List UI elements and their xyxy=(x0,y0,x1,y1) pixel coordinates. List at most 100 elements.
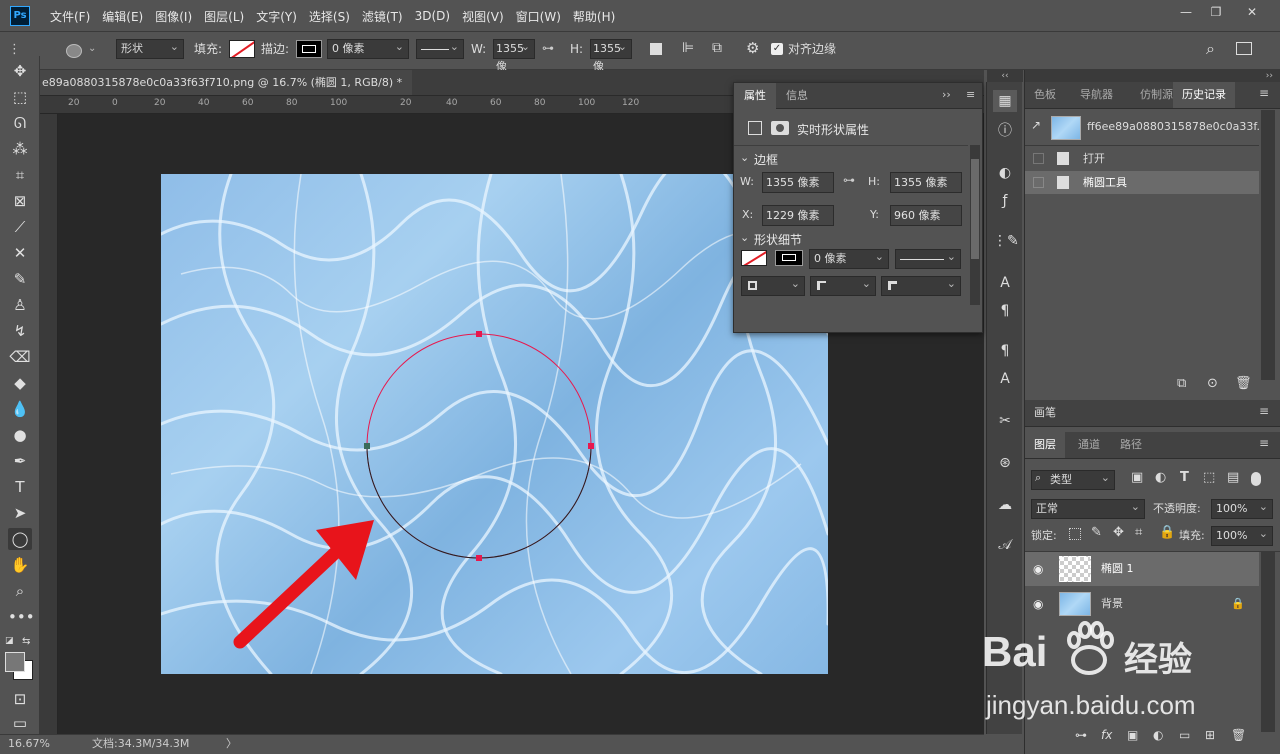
paragraph-styles-icon[interactable]: ¶ xyxy=(993,340,1017,362)
prop-stroke-type-select[interactable] xyxy=(895,248,961,269)
layer-name[interactable]: 椭圆 1 xyxy=(1101,552,1134,586)
stamp-tool-icon[interactable]: ♙ xyxy=(8,294,32,316)
lasso-tool-icon[interactable]: ᘏ xyxy=(8,112,32,134)
panel-menu-icon[interactable]: ≡ xyxy=(966,88,975,101)
history-item[interactable]: 打开 xyxy=(1025,147,1259,170)
lock-artboard-icon[interactable]: ⌗ xyxy=(1135,525,1142,540)
menu-file[interactable]: 文件(F) xyxy=(44,8,96,25)
new-adjustment-icon[interactable]: ◐ xyxy=(1153,728,1163,742)
panel-menu-icon[interactable]: ≡ xyxy=(1259,86,1269,100)
libraries-icon[interactable]: ☁ xyxy=(993,494,1017,516)
camera-icon[interactable]: ⊙ xyxy=(1207,376,1218,391)
menu-3d[interactable]: 3D(D) xyxy=(409,9,456,23)
menu-image[interactable]: 图像(I) xyxy=(149,8,198,25)
snapshot-thumbnail[interactable] xyxy=(1051,116,1081,140)
screen-mode-icon[interactable]: ▭ xyxy=(8,712,32,734)
lock-transparency-icon[interactable] xyxy=(1069,528,1081,540)
info-panel-icon[interactable]: ⓘ xyxy=(993,120,1017,142)
new-group-icon[interactable]: ▭ xyxy=(1179,728,1190,742)
gear-icon[interactable]: ⚙ xyxy=(746,39,759,57)
anchor-point-top[interactable] xyxy=(476,331,482,337)
link-icon[interactable]: ⊶ xyxy=(542,41,554,55)
history-checkbox[interactable] xyxy=(1033,177,1044,188)
layer-row-ellipse[interactable]: ◉ 椭圆 1 xyxy=(1025,552,1259,586)
ellipse-tool-icon[interactable]: ◯ xyxy=(8,528,32,550)
link-layers-icon[interactable]: ⊶ xyxy=(1075,728,1087,742)
quick-select-tool-icon[interactable]: ⁂ xyxy=(8,138,32,160)
hand-tool-icon[interactable]: ✋ xyxy=(8,554,32,576)
glyphs-icon[interactable]: 𝒜 xyxy=(993,534,1017,556)
lock-position-icon[interactable]: ✥ xyxy=(1113,525,1124,540)
tool-presets-icon[interactable]: ✂ xyxy=(993,410,1017,432)
eyedropper-tool-icon[interactable]: ⟋ xyxy=(8,216,32,238)
tab-swatches[interactable]: 色板 xyxy=(1025,82,1065,108)
close-button[interactable]: ✕ xyxy=(1238,2,1266,22)
new-layer-icon[interactable]: ⊞ xyxy=(1205,728,1215,742)
snapshot-name[interactable]: ff6ee89a0880315878e0c0a33f... xyxy=(1087,120,1267,133)
prop-fill-swatch[interactable] xyxy=(741,250,767,266)
menu-type[interactable]: 文字(Y) xyxy=(250,8,303,25)
collapse-panel-icon[interactable]: ›› xyxy=(942,88,951,101)
tab-paths[interactable]: 路径 xyxy=(1111,432,1151,458)
path-alignment-icon[interactable]: ⊫ xyxy=(682,40,694,56)
eye-icon[interactable]: ◉ xyxy=(1033,552,1043,586)
lock-all-icon[interactable]: 🔒 xyxy=(1159,525,1175,540)
workspace-icon[interactable] xyxy=(1236,42,1252,55)
more-tools-icon[interactable]: ••• xyxy=(8,606,35,628)
zoom-tool-icon[interactable]: ⌕ xyxy=(8,580,32,602)
status-menu-arrow[interactable]: 〉 xyxy=(226,735,237,753)
tab-layers[interactable]: 图层 xyxy=(1025,432,1065,458)
quick-mask-icon[interactable]: ⊡ xyxy=(8,688,32,710)
menu-filter[interactable]: 滤镜(T) xyxy=(356,8,409,25)
panel-collapse-icon[interactable]: ›› xyxy=(1025,70,1280,82)
history-scrollbar[interactable] xyxy=(1261,110,1275,380)
anchor-point-bottom[interactable] xyxy=(476,555,482,561)
path-select-tool-icon[interactable]: ➤ xyxy=(8,502,32,524)
tab-properties[interactable]: 属性 xyxy=(734,83,776,109)
history-brush-source-icon[interactable]: ↗ xyxy=(1031,118,1041,132)
history-item-selected[interactable]: 椭圆工具 xyxy=(1025,171,1259,194)
brush-settings-icon[interactable]: ⋮✎ xyxy=(993,230,1019,252)
height-input[interactable]: 1355 像 xyxy=(590,38,632,73)
trash-icon[interactable]: 🗑 xyxy=(1235,376,1252,391)
menu-window[interactable]: 窗口(W) xyxy=(510,8,567,25)
marquee-tool-icon[interactable]: ⬚ xyxy=(8,86,32,108)
opacity-input[interactable]: 100% xyxy=(1211,498,1273,519)
paragraph-icon[interactable]: ¶ xyxy=(993,300,1017,322)
align-edges-checkbox[interactable]: ✓ xyxy=(771,43,783,55)
layer-filter-select[interactable]: 类型 xyxy=(1031,469,1115,490)
shape-properties-icon[interactable] xyxy=(748,121,762,135)
history-checkbox[interactable] xyxy=(1033,153,1044,164)
menu-edit[interactable]: 编辑(E) xyxy=(96,8,149,25)
panel-menu-icon[interactable]: ≡ xyxy=(1259,436,1269,450)
search-icon[interactable]: ⌕ xyxy=(1206,39,1215,59)
pen-tool-icon[interactable]: ✒ xyxy=(8,450,32,472)
move-tool-icon[interactable]: ✥ xyxy=(8,60,32,82)
swap-colors-icon[interactable]: ⇆ xyxy=(22,636,30,647)
width-input[interactable]: 1355 像 xyxy=(493,38,535,73)
stroke-corner-select[interactable] xyxy=(881,275,961,296)
menu-view[interactable]: 视图(V) xyxy=(456,8,510,25)
zoom-level[interactable]: 16.67% xyxy=(8,735,50,753)
paint-bucket-tool-icon[interactable]: ◆ xyxy=(8,372,32,394)
tab-brushes[interactable]: 画笔 xyxy=(1025,400,1065,426)
type-tool-icon[interactable]: T xyxy=(8,476,32,498)
stroke-align-select[interactable] xyxy=(741,275,805,296)
eraser-tool-icon[interactable]: ⌫ xyxy=(8,346,32,368)
character-styles-icon[interactable]: A xyxy=(993,368,1017,390)
fx-icon[interactable]: fx xyxy=(1101,728,1112,742)
menu-help[interactable]: 帮助(H) xyxy=(567,8,621,25)
prop-width-input[interactable]: 1355 像素 xyxy=(762,172,834,193)
prop-stroke-width-input[interactable]: 0 像素 xyxy=(809,248,889,269)
brush-tool-icon[interactable]: ✎ xyxy=(8,268,32,290)
trash-icon[interactable]: 🗑 xyxy=(1231,728,1246,742)
lock-image-icon[interactable]: ✎ xyxy=(1091,525,1102,540)
menu-select[interactable]: 选择(S) xyxy=(303,8,356,25)
anchor-point-left[interactable] xyxy=(364,443,370,449)
filter-toggle[interactable] xyxy=(1251,472,1261,486)
stroke-swatch[interactable] xyxy=(296,40,322,58)
default-colors-icon[interactable]: ◪ xyxy=(5,636,14,646)
tab-history[interactable]: 历史记录 xyxy=(1173,82,1235,108)
prop-x-input[interactable]: 1229 像素 xyxy=(762,205,834,226)
filter-smart-object-icon[interactable]: ▤ xyxy=(1227,470,1239,485)
